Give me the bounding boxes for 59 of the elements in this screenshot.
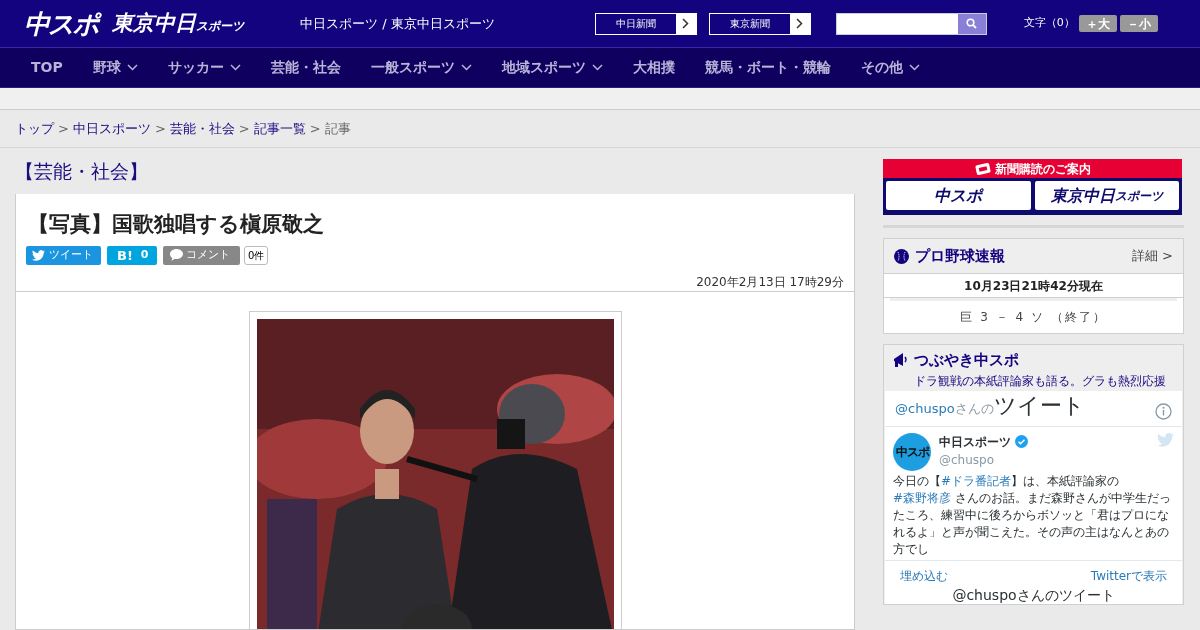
breadcrumb-link[interactable]: 芸能・社会 bbox=[169, 118, 235, 139]
nav-menu-item[interactable]: サッカー bbox=[167, 57, 241, 78]
nav-menu-item[interactable]: 一般スポーツ bbox=[370, 57, 472, 78]
breadcrumb-separator: > bbox=[309, 119, 321, 138]
update-time: 10月23日21時42分現在 bbox=[964, 277, 1103, 295]
search-field[interactable] bbox=[835, 12, 987, 35]
subscription-title: 新聞購読のご案内 bbox=[994, 162, 1091, 175]
search-button[interactable] bbox=[957, 13, 986, 34]
view-on-twitter-link[interactable]: Twitterで表示 bbox=[1090, 566, 1167, 587]
tokyo-logo[interactable]: 東京中日スポーツ bbox=[112, 13, 244, 34]
breadcrumb-link[interactable]: 中日スポーツ bbox=[72, 118, 151, 139]
site-logo[interactable]: 中スポ bbox=[886, 181, 1031, 210]
embed-link[interactable]: 埋め込む bbox=[900, 566, 948, 587]
chevron-right-icon bbox=[682, 18, 690, 29]
site-title: 中日スポーツ / 東京中日スポーツ bbox=[300, 14, 495, 33]
breadcrumb-link[interactable]: 記事一覧 bbox=[253, 118, 306, 139]
comment-count: 0件 bbox=[244, 245, 269, 265]
nav-menu-item[interactable]: 大相撲 bbox=[632, 57, 675, 78]
nav-menu-item[interactable]: その他 bbox=[860, 57, 920, 78]
info-icon[interactable] bbox=[1155, 402, 1172, 420]
hashtag-link[interactable]: #森野将彦 bbox=[893, 490, 952, 505]
subscription-banner[interactable]: 新聞購読のご案内 中スポ 東京中日スポーツ bbox=[883, 159, 1182, 215]
font-size-label: 文字（0） bbox=[1023, 15, 1075, 32]
nav-menu-item[interactable]: 芸能・社会 bbox=[270, 57, 341, 78]
bird-icon bbox=[1157, 432, 1174, 447]
breadcrumb-link[interactable]: トップ bbox=[15, 118, 54, 139]
newspaper-link[interactable]: 東京新聞 bbox=[708, 12, 811, 35]
nav-menu-item[interactable]: 地域スポーツ bbox=[501, 57, 603, 78]
hashtag-link[interactable]: #ドラ番記者 bbox=[941, 473, 1012, 488]
speech-bubble-icon bbox=[170, 249, 183, 262]
breadcrumb-separator: > bbox=[238, 119, 250, 138]
breadcrumb-separator: > bbox=[58, 119, 69, 138]
article-title: 【写真】国歌独唱する槇原敬之 bbox=[28, 210, 325, 237]
newspaper-icon bbox=[974, 162, 991, 175]
panel-title: つぶやき中スポ bbox=[914, 350, 1019, 371]
tokyo-logo[interactable]: 東京中日スポーツ bbox=[1034, 181, 1179, 210]
newspaper-link[interactable]: 中日新聞 bbox=[594, 12, 697, 35]
comment-button[interactable]: コメント bbox=[163, 245, 240, 265]
widget-title: @chuspo さんのツイート bbox=[895, 391, 1085, 420]
account-name[interactable]: 中日スポーツ bbox=[939, 432, 1011, 451]
nav-menu-item[interactable]: 野球 bbox=[92, 57, 138, 78]
panel-title: プロ野球速報 bbox=[915, 245, 1005, 267]
search-icon bbox=[966, 18, 978, 29]
details-link[interactable]: 詳細 > bbox=[1131, 246, 1173, 266]
chevron-right-icon bbox=[796, 18, 804, 29]
breadcrumb-current: 記事 bbox=[324, 119, 351, 138]
nav-menu-item[interactable]: 競馬・ボート・競輪 bbox=[704, 57, 831, 78]
tweet-text: 今日の【#ドラ番記者】は、本紙評論家の #森野将彦 さんのお話。まだ森野さんが中学生だったころ、練習中に後ろからボソッと「君はプロになれるよ」と声が聞こえた。その声の主はなんとあの方でし bbox=[893, 472, 1172, 558]
nav-menu-item[interactable]: TOP bbox=[31, 57, 63, 78]
panel-subtitle: ドラ観戦の本紙評論家も語る。グラも熱烈応援 bbox=[914, 373, 1166, 388]
breadcrumb-separator: > bbox=[154, 119, 166, 138]
section-title: 【芸能・社会】 bbox=[15, 158, 148, 184]
article-date: 2020年2月13日 17時29分 bbox=[696, 273, 844, 291]
baseball-icon bbox=[894, 248, 909, 264]
bird-icon bbox=[32, 249, 45, 261]
megaphone-icon bbox=[892, 352, 908, 369]
widget-footer-title[interactable]: @chuspoさんのツイート bbox=[952, 586, 1115, 604]
account-avatar[interactable]: 中スポ bbox=[893, 432, 931, 471]
game-score[interactable]: 巨 3 － 4 ソ （終了） bbox=[960, 308, 1107, 326]
